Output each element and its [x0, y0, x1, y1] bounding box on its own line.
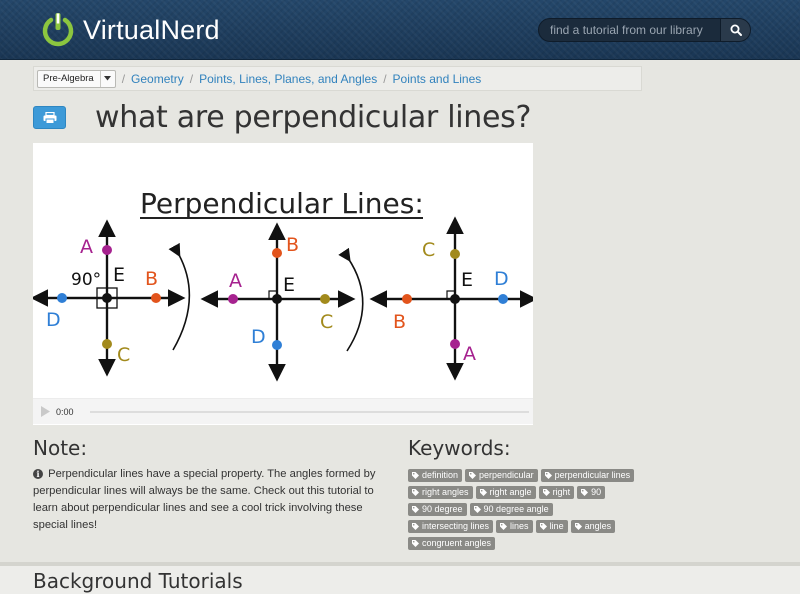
- subject-select[interactable]: Pre-Algebra: [37, 69, 116, 88]
- logo[interactable]: VirtualNerd: [41, 11, 220, 49]
- keyword-tag[interactable]: 90 degree: [408, 503, 467, 516]
- fig2-label-d: D: [251, 326, 266, 348]
- search-icon: [730, 24, 742, 36]
- fig1-label-a: A: [80, 236, 93, 258]
- chevron-down-icon: [99, 70, 115, 87]
- keyword-label: perpendicular lines: [554, 470, 631, 480]
- keyword-tag[interactable]: perpendicular: [465, 469, 538, 482]
- tag-icon: [412, 489, 419, 496]
- logo-text-virtual: Virtual: [83, 14, 161, 45]
- keyword-label: definition: [422, 470, 459, 480]
- keyword-label: right angles: [422, 487, 469, 497]
- tag-icon: [412, 523, 419, 530]
- keyword-tag[interactable]: congruent angles: [408, 537, 496, 550]
- fig1-angle-label: 90°: [71, 270, 101, 290]
- breadcrumb-separator: /: [189, 71, 194, 86]
- keyword-label: line: [549, 521, 564, 531]
- keyword-list: definition perpendicular perpendicular l…: [408, 469, 638, 550]
- page-title: what are perpendicular lines?: [95, 100, 532, 135]
- keyword-tag[interactable]: perpendicular lines: [540, 469, 635, 482]
- keyword-tag[interactable]: definition: [408, 469, 463, 482]
- print-button[interactable]: [33, 106, 66, 129]
- search-input[interactable]: [539, 19, 720, 41]
- site-header: VirtualNerd: [0, 0, 800, 60]
- breadcrumb-item-points-lines-planes-angles[interactable]: Points, Lines, Planes, and Angles: [199, 72, 377, 86]
- slide-title: Perpendicular Lines:: [140, 187, 424, 220]
- fig2-label-b: B: [286, 234, 299, 256]
- breadcrumb-item-geometry[interactable]: Geometry: [131, 72, 184, 86]
- keyword-tag[interactable]: right angle: [475, 486, 536, 499]
- fig1-label-e: E: [113, 264, 125, 286]
- tag-icon: [581, 489, 589, 496]
- search-box: [538, 18, 751, 42]
- keyword-tag[interactable]: angles: [570, 520, 616, 533]
- keyword-tag[interactable]: 90: [577, 486, 606, 499]
- video-time: 0:00: [56, 406, 74, 417]
- keyword-tag[interactable]: intersecting lines: [408, 520, 494, 533]
- fig2-label-a: A: [229, 270, 242, 292]
- logo-text: VirtualNerd: [83, 15, 220, 46]
- tag-icon: [469, 472, 477, 479]
- tag-icon: [539, 523, 547, 530]
- breadcrumb: Pre-Algebra / Geometry / Points, Lines, …: [33, 66, 642, 91]
- tag-icon: [412, 540, 419, 547]
- breadcrumb-separator: /: [383, 71, 387, 86]
- video-frame: Perpendicular Lines: A 90° E B D C B A E…: [33, 187, 533, 382]
- tag-icon: [542, 489, 550, 496]
- fig3-label-c: C: [422, 239, 435, 261]
- video-progress-track[interactable]: [90, 411, 529, 413]
- keyword-label: right angle: [489, 487, 532, 497]
- fig3-label-a: A: [463, 343, 476, 365]
- figure-3: C E D B A: [369, 216, 533, 381]
- figure-2: B A E C D: [200, 222, 356, 382]
- fig2-label-c: C: [320, 311, 333, 333]
- tag-icon: [473, 506, 481, 513]
- note-body: i Perpendicular lines have a special pro…: [33, 466, 383, 534]
- tag-icon: [574, 523, 582, 530]
- keyword-tag[interactable]: 90 degree angle: [469, 503, 553, 516]
- tag-icon: [412, 506, 419, 513]
- breadcrumb-item-points-and-lines[interactable]: Points and Lines: [393, 72, 482, 86]
- keyword-label: congruent angles: [422, 538, 492, 548]
- print-icon: [43, 111, 56, 124]
- fig3-label-b: B: [393, 311, 406, 333]
- tag-icon: [500, 523, 508, 530]
- keyword-label: lines: [510, 521, 529, 531]
- keyword-label: intersecting lines: [422, 521, 490, 531]
- power-logo-icon: [41, 11, 75, 49]
- background-tutorials-heading: Background Tutorials: [33, 569, 243, 593]
- subject-select-value: Pre-Algebra: [43, 73, 94, 84]
- keyword-tag[interactable]: lines: [496, 520, 533, 533]
- background-tutorials-section: Background Tutorials: [0, 566, 800, 594]
- note-heading: Note:: [33, 436, 88, 460]
- fig1-label-d: D: [46, 309, 61, 331]
- note-text: Perpendicular lines have a special prope…: [33, 468, 376, 531]
- fig1-label-c: C: [117, 344, 130, 366]
- tag-icon: [544, 472, 552, 479]
- keyword-tag[interactable]: right angles: [408, 486, 473, 499]
- search-button[interactable]: [720, 19, 750, 41]
- figure-1: A 90° E B D C: [33, 219, 186, 377]
- fig3-label-d: D: [494, 268, 509, 290]
- keyword-label: 90: [591, 487, 602, 497]
- breadcrumb-separator: /: [121, 71, 126, 86]
- keyword-label: perpendicular: [479, 470, 534, 480]
- info-icon: i: [33, 469, 43, 479]
- fig2-label-e: E: [283, 274, 295, 296]
- video-controls: 0:00: [33, 398, 533, 424]
- fig3-label-e: E: [461, 269, 473, 291]
- play-icon[interactable]: [41, 406, 50, 417]
- keyword-label: 90 degree: [422, 504, 463, 514]
- keyword-label: 90 degree angle: [483, 504, 549, 514]
- tag-icon: [412, 472, 419, 479]
- keyword-label: right: [552, 487, 571, 497]
- tag-icon: [479, 489, 487, 496]
- keyword-tag[interactable]: line: [535, 520, 568, 533]
- video-player[interactable]: Perpendicular Lines: A 90° E B D C B A E…: [33, 143, 533, 425]
- keyword-tag[interactable]: right: [538, 486, 575, 499]
- fig1-label-b: B: [145, 268, 158, 290]
- keywords-heading: Keywords:: [408, 436, 511, 460]
- logo-text-nerd: Nerd: [160, 14, 220, 45]
- keyword-label: angles: [584, 521, 612, 531]
